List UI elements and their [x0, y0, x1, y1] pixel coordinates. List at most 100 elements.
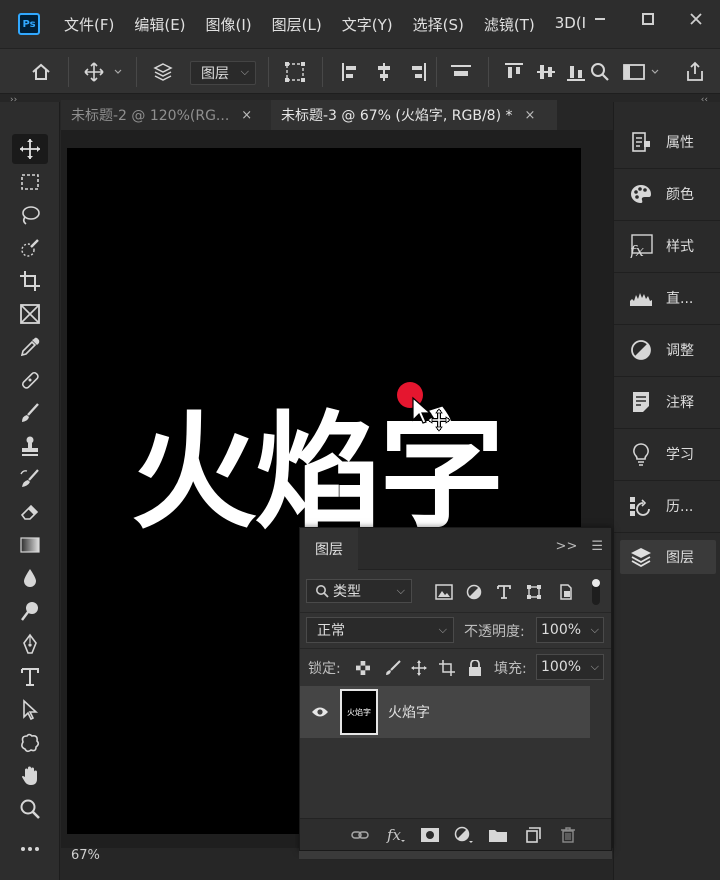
more-tools-button[interactable]	[12, 834, 48, 864]
eyedropper-tool[interactable]	[12, 332, 48, 362]
dock-color[interactable]: 颜色	[620, 174, 716, 214]
history-brush-tool[interactable]	[12, 464, 48, 494]
horizontal-scrollbar[interactable]	[299, 851, 612, 859]
collapse-panel-icon[interactable]: >>	[556, 539, 578, 554]
close-tab-icon[interactable]: ×	[241, 108, 252, 123]
divider	[614, 480, 720, 481]
lock-all-icon[interactable]	[466, 659, 484, 677]
dock-layers[interactable]: 图层	[620, 540, 716, 574]
filter-pixel-icon[interactable]	[434, 583, 454, 601]
add-layer-style-icon[interactable]: fx	[386, 826, 406, 844]
visibility-eye-icon[interactable]	[310, 702, 330, 722]
lock-transparent-icon[interactable]	[354, 659, 372, 677]
menu-filter[interactable]: 滤镜(T)	[484, 14, 535, 35]
hand-tool[interactable]	[12, 761, 48, 791]
new-group-folder-icon[interactable]	[488, 826, 508, 844]
shape-tool[interactable]	[12, 728, 48, 758]
search-icon[interactable]	[590, 59, 610, 85]
align-center-h-icon[interactable]	[374, 59, 394, 85]
tab-untitled-2[interactable]: 未标题-2 @ 120%(RG... ×	[61, 100, 271, 130]
move-tool-icon[interactable]	[82, 59, 126, 85]
layers-panel-header: 图层 >> ☰	[300, 528, 611, 570]
filter-smart-object-icon[interactable]	[556, 583, 576, 601]
layer-name[interactable]: 火焰字	[388, 702, 430, 722]
type-tool[interactable]	[12, 662, 48, 692]
dock-history[interactable]: 历...	[620, 486, 716, 526]
new-layer-icon[interactable]	[524, 826, 544, 844]
lock-artboard-icon[interactable]	[438, 659, 456, 677]
marquee-tool[interactable]	[12, 167, 48, 197]
close-icon[interactable]	[672, 11, 720, 30]
close-tab-icon[interactable]: ×	[525, 108, 536, 123]
fill-field[interactable]: 100% ⌵	[536, 654, 604, 680]
quick-select-tool[interactable]	[12, 233, 48, 263]
opacity-value: 100%	[541, 622, 582, 638]
divider	[436, 57, 437, 87]
dock-histogram[interactable]: 直...	[620, 278, 716, 318]
delete-layer-trash-icon[interactable]	[558, 826, 578, 844]
auto-select-target-dropdown[interactable]: 图层 ⌵	[190, 61, 256, 85]
lock-pixels-icon[interactable]	[384, 659, 402, 677]
gradient-tool[interactable]	[12, 530, 48, 560]
divider	[488, 57, 489, 87]
dock-notes[interactable]: 注释	[620, 382, 716, 422]
menu-type[interactable]: 文字(Y)	[342, 14, 393, 35]
workspace-icon[interactable]	[622, 59, 662, 85]
crop-tool[interactable]	[12, 266, 48, 296]
add-mask-icon[interactable]	[420, 826, 440, 844]
menu-edit[interactable]: 编辑(E)	[134, 14, 185, 35]
move-tool[interactable]	[12, 134, 48, 164]
clone-stamp-tool[interactable]	[12, 431, 48, 461]
dock-properties[interactable]: 属性	[620, 122, 716, 162]
lock-position-icon[interactable]	[410, 659, 428, 677]
layer-row[interactable]: 火焰字 火焰字	[300, 686, 590, 738]
path-select-tool[interactable]	[12, 695, 48, 725]
brush-tool[interactable]	[12, 398, 48, 428]
zoom-level[interactable]: 67%	[71, 848, 100, 863]
layers-stack-icon[interactable]	[150, 59, 176, 85]
stamp-icon	[22, 436, 38, 456]
transform-controls-icon[interactable]	[282, 59, 308, 85]
align-bottom-icon[interactable]	[566, 59, 586, 85]
healing-brush-tool[interactable]	[12, 365, 48, 395]
divider	[614, 376, 720, 377]
link-layers-icon[interactable]	[350, 826, 370, 844]
new-adjustment-layer-icon[interactable]	[454, 826, 474, 844]
tab-untitled-3[interactable]: 未标题-3 @ 67% (火焰字, RGB/8) * ×	[271, 100, 557, 130]
home-icon[interactable]	[28, 59, 54, 85]
dock-learn[interactable]: 学习	[620, 434, 716, 474]
menu-select[interactable]: 选择(S)	[413, 14, 464, 35]
layer-filter-dropdown[interactable]: 类型 ⌵	[306, 579, 412, 603]
dock-styles[interactable]: fx 样式	[620, 226, 716, 266]
minimize-icon[interactable]	[576, 11, 624, 30]
menu-image[interactable]: 图像(I)	[206, 14, 252, 35]
align-right-icon[interactable]	[408, 59, 428, 85]
lock-fill-row: 锁定: 填充: 100% ⌵	[300, 648, 611, 684]
menu-file[interactable]: 文件(F)	[64, 14, 114, 35]
frame-tool[interactable]	[12, 299, 48, 329]
blend-mode-dropdown[interactable]: 正常 ⌵	[306, 617, 454, 643]
align-top-icon[interactable]	[504, 59, 524, 85]
filter-type-icon[interactable]	[494, 583, 514, 601]
dock-adjustments[interactable]: 调整	[620, 330, 716, 370]
panel-menu-icon[interactable]: ☰	[591, 539, 603, 554]
restore-icon[interactable]	[624, 11, 672, 30]
opacity-field[interactable]: 100% ⌵	[536, 617, 604, 643]
zoom-tool[interactable]	[12, 794, 48, 824]
menu-layer[interactable]: 图层(L)	[272, 14, 322, 35]
dodge-tool[interactable]	[12, 596, 48, 626]
pen-tool[interactable]	[12, 629, 48, 659]
layers-panel-tab[interactable]: 图层	[300, 528, 358, 570]
eraser-tool[interactable]	[12, 497, 48, 527]
filter-shape-icon[interactable]	[524, 583, 544, 601]
align-left-icon[interactable]	[340, 59, 360, 85]
align-middle-v-icon[interactable]	[536, 59, 556, 85]
dock-label: 样式	[666, 239, 694, 255]
blur-tool[interactable]	[12, 563, 48, 593]
lasso-tool[interactable]	[12, 200, 48, 230]
layer-thumbnail[interactable]: 火焰字	[340, 689, 378, 735]
distribute-icon[interactable]	[450, 59, 472, 85]
filter-toggle[interactable]	[592, 579, 600, 605]
filter-adjustment-icon[interactable]	[464, 583, 484, 601]
share-icon[interactable]	[682, 59, 708, 85]
